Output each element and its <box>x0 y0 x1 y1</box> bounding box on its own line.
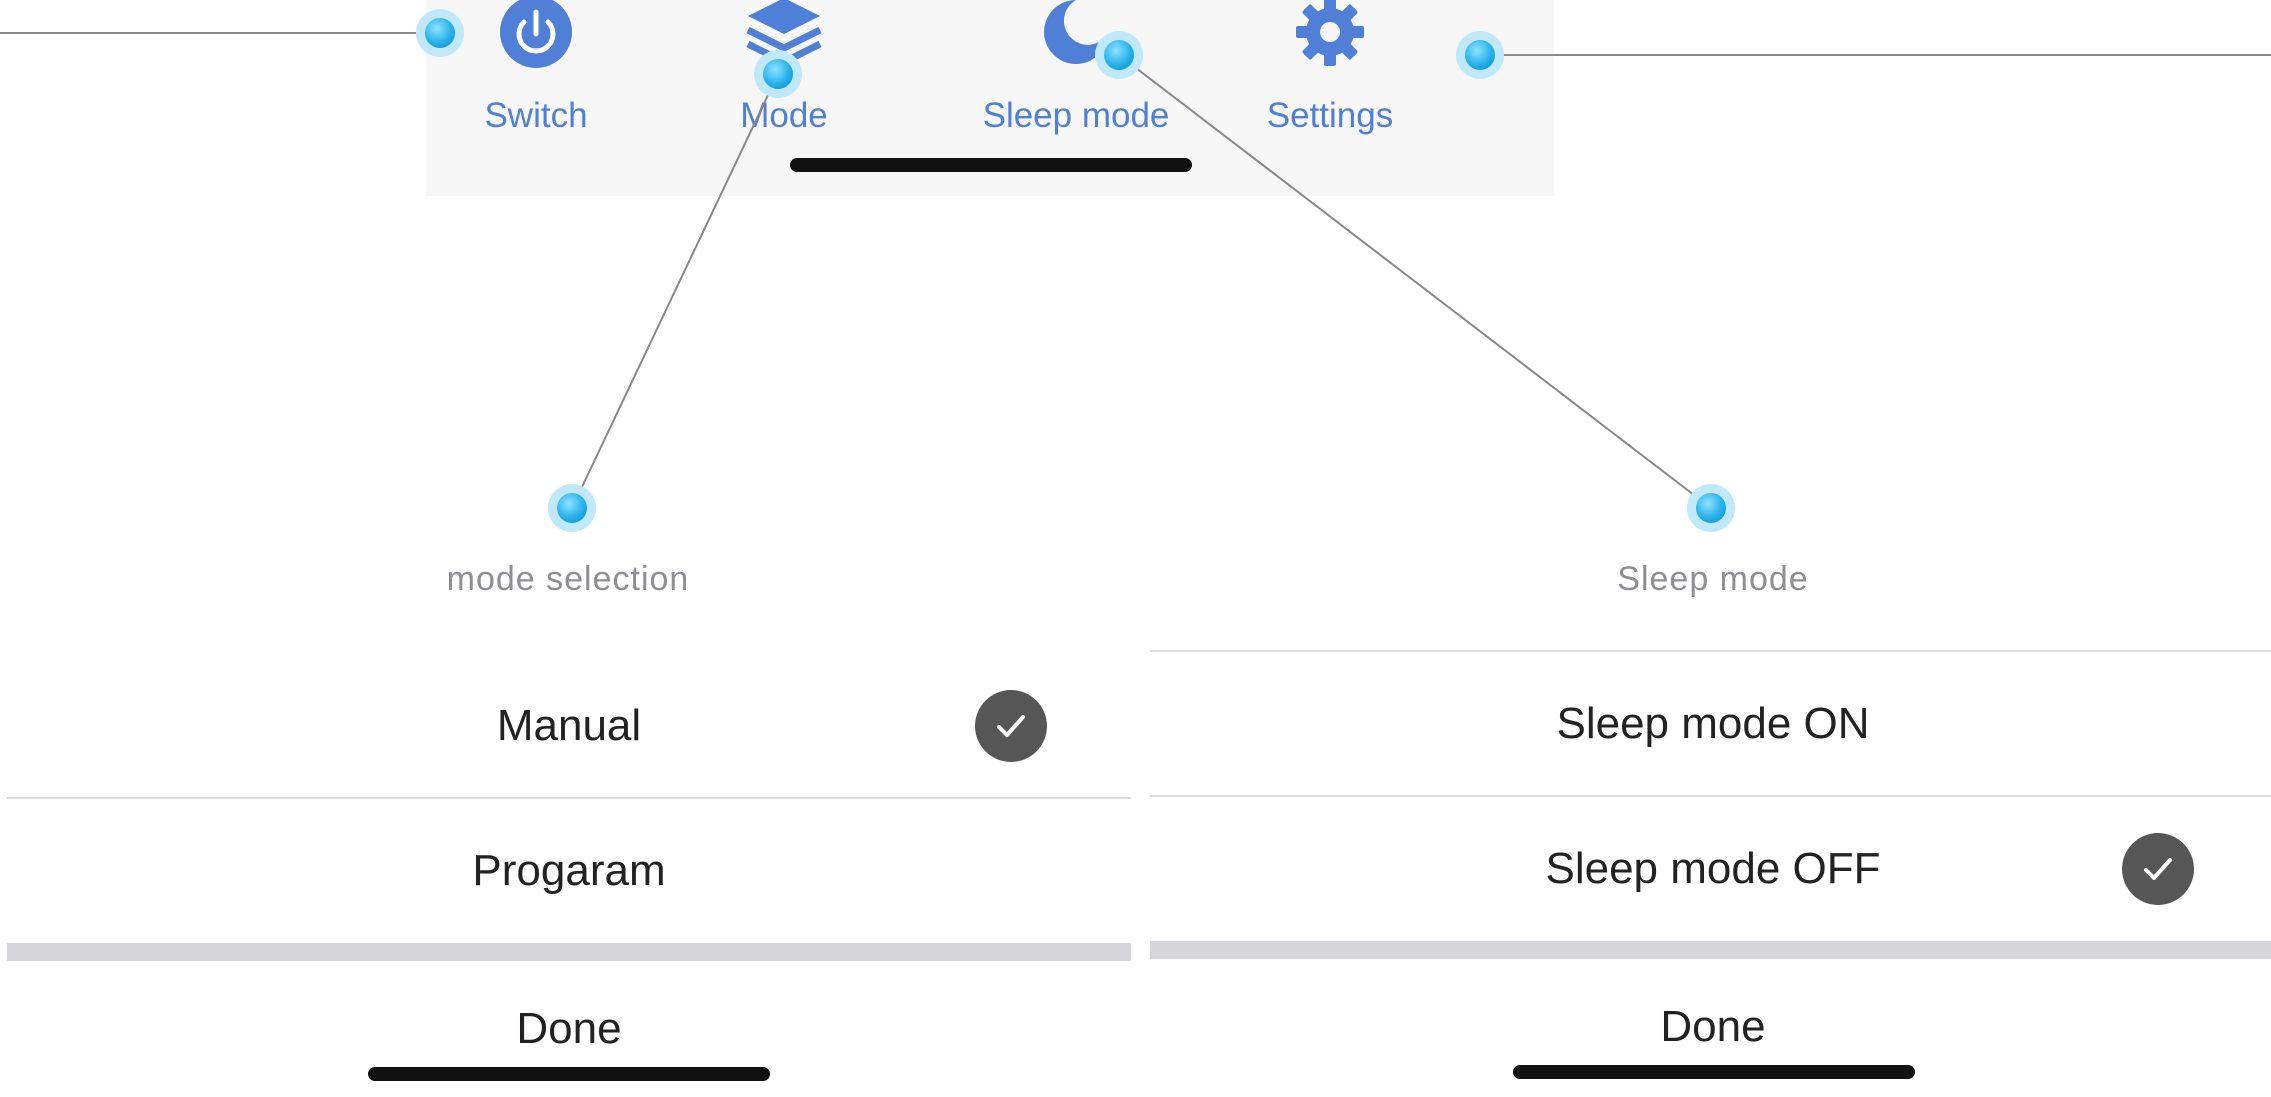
tab-mode[interactable]: Mode <box>674 0 894 160</box>
tab-switch[interactable]: Switch <box>426 0 646 160</box>
tab-label: Settings <box>1266 96 1394 135</box>
section-separator <box>1150 941 2271 959</box>
callout-dot <box>1687 484 1735 532</box>
callout-dot <box>557 493 587 523</box>
option-sleep-mode-off[interactable]: Sleep mode OFF <box>1150 797 2271 941</box>
tab-bar: Switch Mode Sleep mode Settings <box>426 0 1554 196</box>
option-progaram[interactable]: Progaram <box>7 799 1131 943</box>
moon-icon <box>1036 0 1116 75</box>
tab-label: Mode <box>740 96 828 135</box>
home-indicator <box>790 158 1192 172</box>
option-label: Sleep mode OFF <box>1545 844 1881 893</box>
option-manual[interactable]: Manual <box>7 654 1131 798</box>
mode-sheet-title: mode selection <box>446 560 690 598</box>
option-label: Progaram <box>472 846 666 895</box>
sleep-done-button[interactable]: Done <box>1150 1002 2271 1052</box>
option-sleep-mode-on[interactable]: Sleep mode ON <box>1150 652 2271 796</box>
power-icon <box>498 0 574 75</box>
checkmark-icon <box>975 690 1047 762</box>
sleep-sheet-title: Sleep mode <box>1617 560 1809 598</box>
callout-dot <box>1696 493 1726 523</box>
tab-sleep-mode[interactable]: Sleep mode <box>966 0 1186 160</box>
home-indicator <box>1513 1065 1915 1079</box>
option-label: Sleep mode ON <box>1556 699 1870 748</box>
callout-dot <box>548 484 596 532</box>
tab-label: Sleep mode <box>982 96 1170 135</box>
option-label: Manual <box>496 701 642 750</box>
section-separator <box>7 943 1131 961</box>
tab-label: Switch <box>484 96 588 135</box>
mode-done-button[interactable]: Done <box>7 1004 1131 1054</box>
gear-icon <box>1290 0 1370 75</box>
checkmark-icon <box>2122 833 2194 905</box>
home-indicator <box>368 1067 770 1081</box>
layers-icon <box>744 0 824 75</box>
tab-settings[interactable]: Settings <box>1220 0 1440 160</box>
